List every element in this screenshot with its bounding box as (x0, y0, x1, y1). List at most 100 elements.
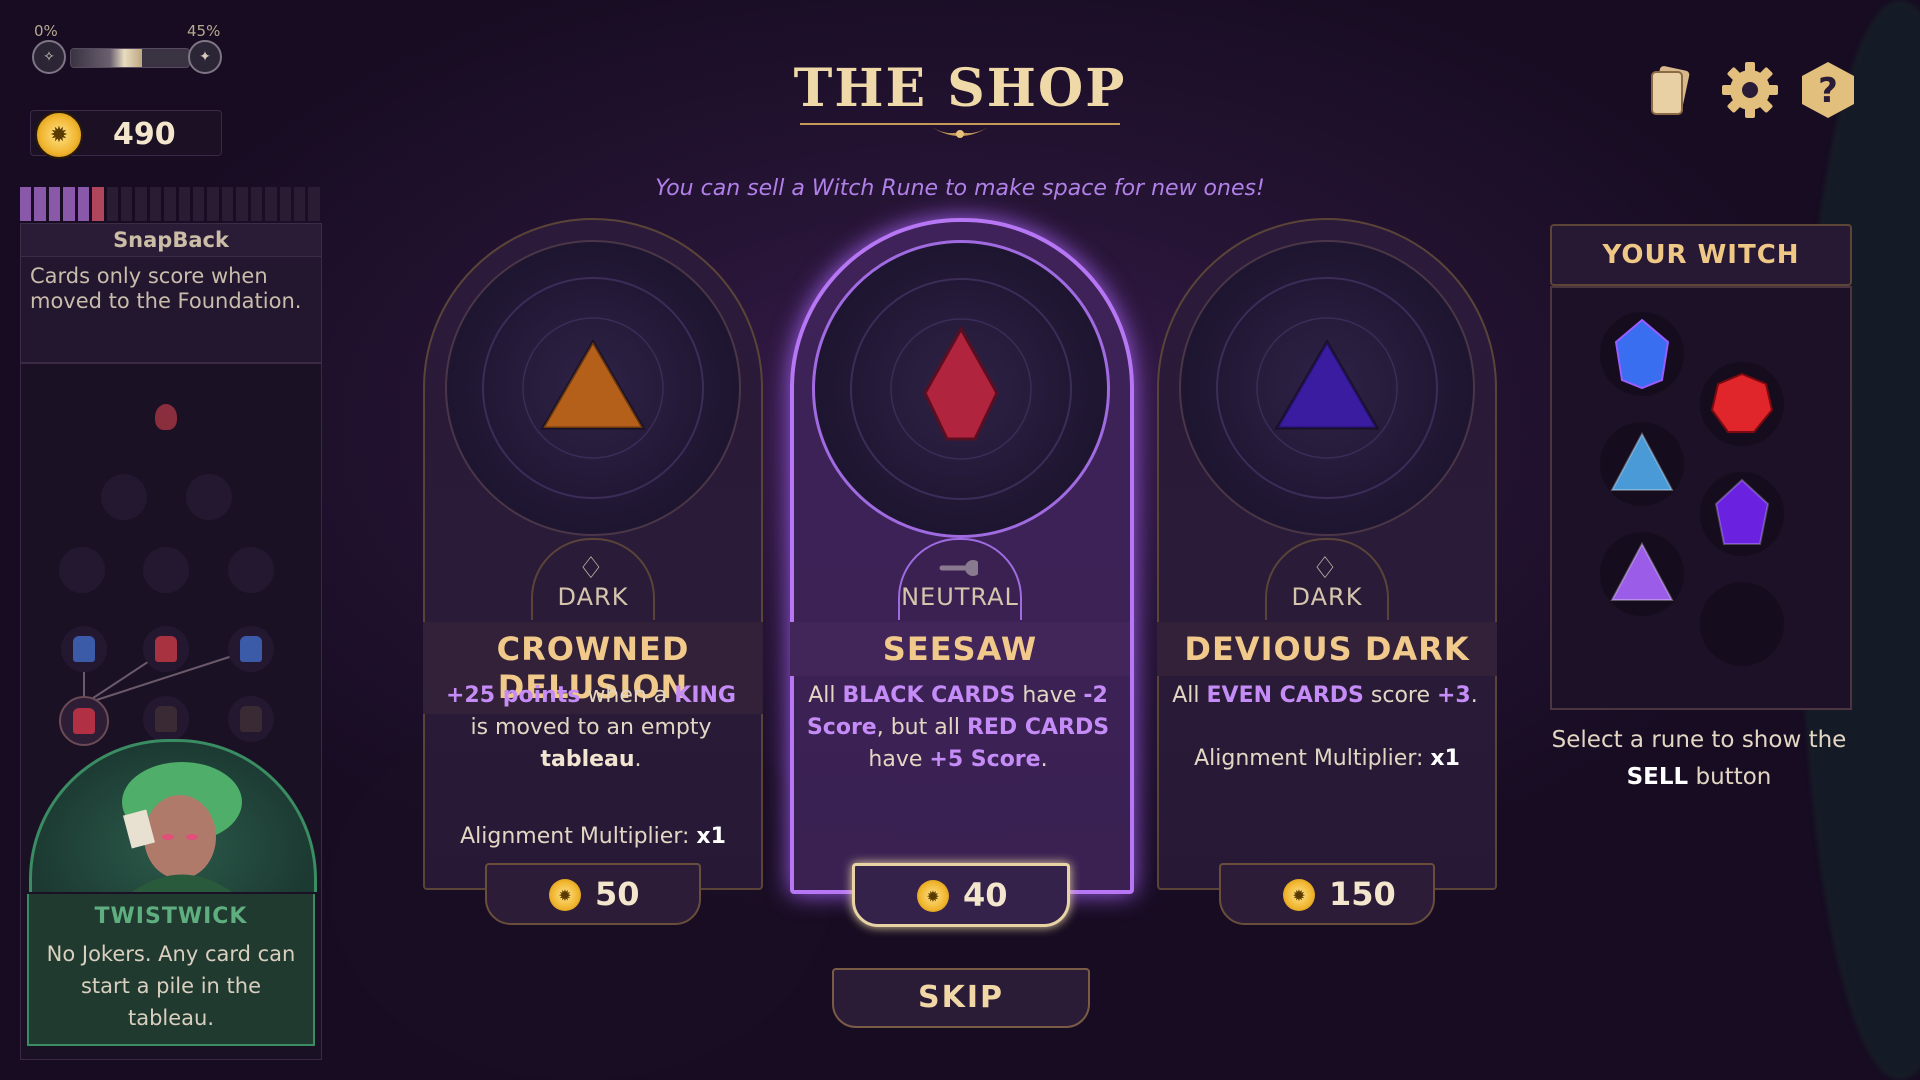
snapback-panel: SnapBack Cards only score when moved to … (20, 223, 322, 363)
witch-node-icon[interactable] (61, 626, 107, 672)
alignment-label: DARK (1291, 583, 1363, 611)
description-part: RED CARDS (966, 715, 1110, 740)
neutral-alignment-icon (938, 548, 978, 588)
description-part: have (868, 747, 930, 772)
meter-segment (207, 187, 219, 221)
snapback-description: Cards only score when moved to the Found… (30, 264, 302, 313)
meter-segment (77, 187, 90, 221)
dark-alignment-icon: ✧ (32, 40, 66, 74)
owned-rune[interactable] (1600, 422, 1684, 506)
rune-orb (1179, 240, 1475, 536)
description-part: All (808, 683, 843, 708)
meter-segment (308, 187, 320, 221)
deck-button[interactable] (1640, 58, 1704, 122)
meter-segment (236, 187, 248, 221)
map-node[interactable] (186, 474, 232, 520)
alignment-label: NEUTRAL (901, 583, 1019, 611)
description-part: KING (674, 683, 736, 708)
witch-runes-inventory (1550, 286, 1852, 710)
owned-rune[interactable] (1700, 472, 1784, 556)
buy-price-button[interactable]: ✹ 50 (485, 863, 701, 925)
coin-icon: ✹ (917, 880, 949, 912)
rune-description: +25 points when a KING is moved to an em… (437, 680, 745, 776)
multiplier-label: Alignment Multiplier: (460, 824, 697, 849)
lilac-triangle-icon (1610, 541, 1674, 601)
coin-icon: ✹ (1283, 879, 1315, 911)
shop-card[interactable]: ♢ DARK DEVIOUS DARK All EVEN CARDS score +3… (1157, 218, 1497, 925)
witch-node-icon[interactable] (228, 626, 274, 672)
meter-segment (221, 187, 234, 221)
description-part: BLACK CARDS (842, 683, 1016, 708)
meter-segment (279, 187, 292, 221)
description-part: EVEN CARDS (1206, 683, 1364, 708)
meter-segment (106, 187, 118, 221)
hint-sell-word: SELL (1626, 764, 1689, 790)
map-node[interactable] (228, 547, 274, 593)
empty-rune-slot[interactable] (1700, 582, 1784, 666)
meter-segment (92, 187, 104, 221)
owned-rune[interactable] (1700, 362, 1784, 446)
alignment-multiplier: Alignment Multiplier: x1 (1157, 746, 1497, 771)
alignment-goal-icon: ✦ (188, 40, 222, 74)
description-part: +25 points (446, 683, 581, 708)
meter-segment (149, 187, 162, 221)
settings-button[interactable] (1718, 58, 1782, 122)
rune-name: DEVIOUS DARK (1157, 622, 1497, 676)
rune-description: All BLACK CARDS have -2 Score, but all R… (804, 680, 1112, 776)
top-toolbar: ? (1640, 58, 1860, 122)
meter-segment (193, 187, 205, 221)
price-value: 50 (595, 875, 640, 913)
description-part: when a (580, 683, 675, 708)
multiplier-value: x1 (696, 824, 726, 849)
meter-segment (164, 187, 176, 221)
buy-price-button[interactable]: ✹ 150 (1219, 863, 1435, 925)
multiplier-value: x1 (1430, 746, 1460, 771)
progress-bar (70, 48, 190, 68)
witch-runes-hint: Select a rune to show the SELL button (1550, 722, 1848, 796)
map-node[interactable] (101, 474, 147, 520)
witch-node-icon[interactable] (143, 626, 189, 672)
hint-suffix: button (1688, 764, 1772, 790)
description-part: is moved to an empty (470, 715, 712, 740)
alignment-label: DARK (557, 583, 629, 611)
snapback-meter (20, 187, 320, 221)
hint-prefix: Select a rune to show the (1551, 727, 1847, 753)
progress-bar-fill (71, 49, 142, 67)
shop-subtitle: You can sell a Witch Rune to make space … (655, 176, 1265, 201)
coin-amount: 490 (113, 117, 176, 152)
red-gem-icon (1710, 372, 1774, 433)
multiplier-label: Alignment Multiplier: (1194, 746, 1431, 771)
cards-icon (1651, 66, 1690, 115)
map-node[interactable] (143, 547, 189, 593)
twistwick-name: TWISTWICK (94, 904, 248, 929)
progress-min-label: 0% (34, 22, 58, 40)
svg-text:?: ? (1818, 71, 1838, 111)
help-button[interactable]: ? (1796, 58, 1860, 122)
owned-rune[interactable] (1600, 532, 1684, 616)
question-icon: ? (1802, 62, 1854, 118)
dark-alignment-icon: ♢ (577, 550, 605, 586)
buy-price-button[interactable]: ✹ 40 (852, 863, 1070, 927)
description-part: +3 (1437, 683, 1471, 708)
current-node-icon[interactable] (59, 696, 109, 746)
meter-segment (20, 187, 32, 221)
shop-card[interactable]: NEUTRAL SEESAW All BLACK CARDS have -2 Sco… (790, 218, 1134, 927)
skip-button[interactable]: SKIP (832, 968, 1090, 1028)
witch-runes-title: YOUR WITCH RUNES (1550, 224, 1852, 328)
locked-node-icon[interactable] (143, 696, 189, 742)
owned-rune[interactable] (1600, 312, 1684, 396)
map-node[interactable] (59, 547, 105, 593)
description-part: . (1470, 683, 1478, 708)
witch-character-image (122, 762, 242, 892)
locked-node-icon[interactable] (228, 696, 274, 742)
page-title: THE SHOP (793, 58, 1127, 119)
coin-counter: ✹ 490 (30, 110, 222, 159)
description-part: , but all (876, 715, 967, 740)
shop-card[interactable]: ♢ DARK CROWNED DELUSION +25 points when a K… (423, 218, 763, 925)
meter-segment (135, 187, 147, 221)
description-part: tableau (540, 747, 635, 772)
rune-orb (445, 240, 741, 536)
boss-node-icon[interactable] (143, 394, 189, 440)
description-part: have (1015, 683, 1084, 708)
meter-segment (48, 187, 61, 221)
